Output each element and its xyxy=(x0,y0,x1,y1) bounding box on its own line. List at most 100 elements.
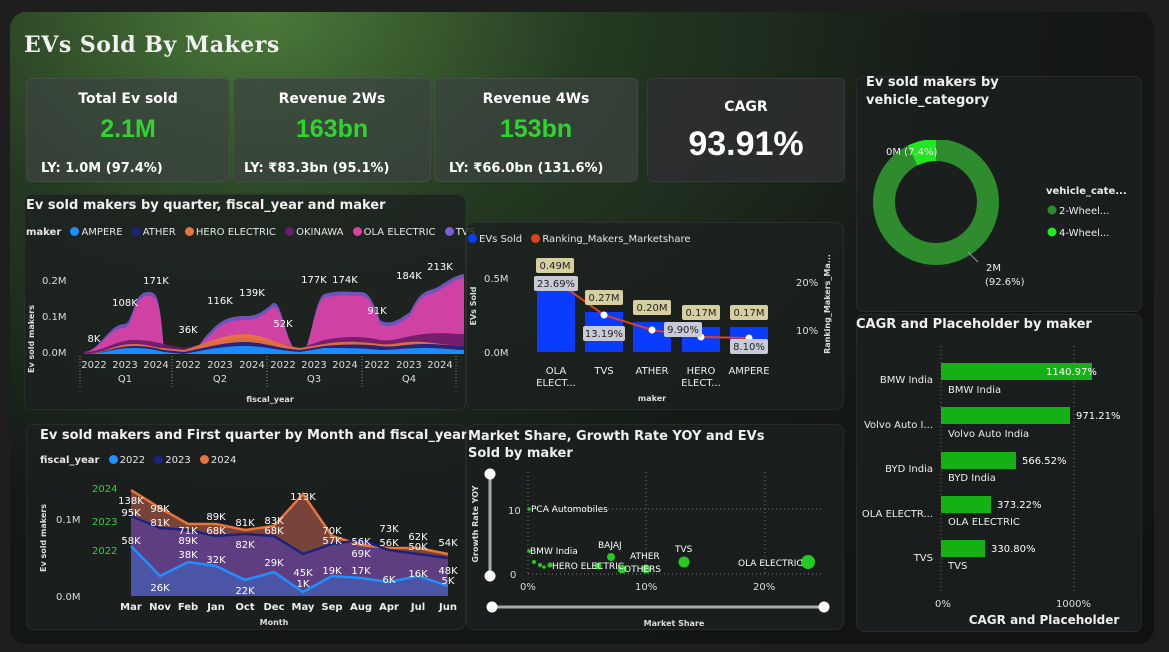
sub-label: Volvo Auto India xyxy=(948,429,1029,440)
line-value: 8.10% xyxy=(733,342,765,353)
x-axis-months: Mar Nov Feb Jan Oct Dec May Sep Aug Apr … xyxy=(120,602,457,613)
legend-item-2024[interactable]: 2024 xyxy=(194,455,236,466)
x-tick-maker: OLA ELECT... xyxy=(536,366,576,389)
kpi-total-ev-sold[interactable]: Total Ev sold 2.1M LY: 1.0M (97.4%) xyxy=(26,78,230,182)
value-label: 56K xyxy=(351,537,371,548)
x-tick-month: Jun xyxy=(438,602,457,613)
value-label: 81K xyxy=(235,518,255,529)
total-label: 171K xyxy=(143,276,169,287)
value-label: 22K xyxy=(235,586,255,597)
month-chart-legend: fiscal_year 2022 2023 2024 xyxy=(40,455,236,466)
value-label: 58K xyxy=(121,536,141,547)
legend-dot-icon xyxy=(531,234,541,243)
category-label: TVS xyxy=(913,553,933,564)
makers-combo-chart[interactable]: EVs Sold Ranking_Makers_Ma... 0.5M 0.0M … xyxy=(466,248,844,410)
legend-text[interactable]: 2-Wheel... xyxy=(1059,206,1109,217)
x-tick-month: Aug xyxy=(350,602,372,613)
bar-volvo-auto-india[interactable] xyxy=(941,407,1070,424)
x-axis-label: CAGR and Placeholder xyxy=(969,613,1120,627)
legend-item-ather[interactable]: ATHER xyxy=(126,227,176,238)
point-small-1[interactable] xyxy=(532,560,536,564)
donut-slice-2-wheelers[interactable] xyxy=(873,140,999,265)
scatter-chart[interactable]: Growth Rate YOY 10 0 PCA Automobiles BMW… xyxy=(466,462,844,630)
legend-item-2023[interactable]: 2023 xyxy=(148,455,191,466)
category-labels: BMW India Volvo Auto I... BYD India OLA … xyxy=(862,375,933,564)
quarter-chart-plot[interactable]: Ev sold makers 0.2M 0.1M 0.0M 8K 108K 17… xyxy=(24,244,466,410)
value-label: 54K xyxy=(438,538,458,549)
legend-text: HERO ELECTRIC xyxy=(195,227,276,238)
legend-text[interactable]: 4-Wheel... xyxy=(1059,228,1109,239)
year-mark: 2024 xyxy=(92,484,117,495)
x-tick-month: May xyxy=(292,602,315,613)
legend-dot-icon xyxy=(468,234,477,243)
legend-item-ampere[interactable]: AMPERE xyxy=(64,227,123,238)
y-tick: 0.1M xyxy=(42,312,67,323)
point-small-2[interactable] xyxy=(538,563,542,567)
bar-value: 0.17M xyxy=(686,308,717,319)
point-bajaj[interactable] xyxy=(607,553,615,561)
x-axis-label: Market Share xyxy=(644,619,705,628)
total-label: 8K xyxy=(88,334,101,345)
y-axis-label: EVs Sold xyxy=(469,286,478,325)
donut-chart[interactable]: 0M (7.4%) 2M (92.6%) vehicle_cate... 2-W… xyxy=(856,140,1142,300)
y-slider-handle-top[interactable] xyxy=(484,468,496,480)
line-value: 23.69% xyxy=(537,279,575,290)
y-slider-handle-bottom[interactable] xyxy=(484,570,496,582)
legend-item-ranking[interactable]: Ranking_Makers_Marketshare xyxy=(525,234,691,245)
legend-text: OLA ELECTRIC xyxy=(363,227,436,238)
kpi-value: 163bn xyxy=(295,115,369,143)
donut-legend-title: vehicle_cate... xyxy=(1046,186,1127,197)
total-label: 36K xyxy=(178,325,198,336)
legend-dot-icon xyxy=(108,455,118,464)
x-slider-handle-right[interactable] xyxy=(818,601,830,613)
x-tick-month: Dec xyxy=(263,602,284,613)
value-label: 5K xyxy=(442,576,455,587)
legend-item-evs-sold[interactable]: EVs Sold xyxy=(466,234,522,245)
kpi-value: 2.1M xyxy=(100,115,156,143)
value-label: 95K xyxy=(121,508,141,519)
makers-chart-legend: EVs Sold Ranking_Makers_Marketshare xyxy=(466,234,691,245)
legend-item-hero-electric[interactable]: HERO ELECTRIC xyxy=(179,227,276,238)
cagr-bar-chart[interactable]: BMW India Volvo Auto I... BYD India OLA … xyxy=(856,336,1142,632)
x-tick-line: OLA xyxy=(546,366,567,377)
point-tvs[interactable] xyxy=(678,556,690,568)
category-label: BMW India xyxy=(880,375,933,386)
kpi-last-year: LY: ₹83.3bn (95.1%) xyxy=(244,161,390,176)
point-small-3[interactable] xyxy=(542,565,546,569)
kpi-cagr[interactable]: CAGR 93.91% xyxy=(647,78,845,182)
value-label: 566.52% xyxy=(1022,456,1067,467)
month-chart-plot[interactable]: Ev sold makers 0.1M 0.0M 2024 2023 2022 … xyxy=(26,470,466,630)
legend-item-2022[interactable]: 2022 xyxy=(103,455,145,466)
bar-value: 0.17M xyxy=(734,308,765,319)
legend-item-okinawa[interactable]: OKINAWA xyxy=(279,227,343,238)
x-tick: 0% xyxy=(935,599,951,610)
value-label: 82K xyxy=(235,540,255,551)
kpi-revenue-2ws[interactable]: Revenue 2Ws 163bn LY: ₹83.3bn (95.1%) xyxy=(233,78,431,182)
bar-byd-india[interactable] xyxy=(941,452,1016,469)
legend-text: Ranking_Makers_Marketshare xyxy=(542,234,691,245)
kpi-value: 153bn xyxy=(499,115,573,143)
x-tick-year: 2023 xyxy=(301,360,326,371)
point-label: OTHERS xyxy=(624,565,661,575)
legend-dot-icon xyxy=(184,227,194,236)
bar-tvs[interactable] xyxy=(941,540,985,557)
x-tick-year: 2022 xyxy=(175,360,200,371)
legend-item-ola-electric[interactable]: OLA ELECTRIC xyxy=(347,227,436,238)
legend-dot-icon xyxy=(199,455,209,464)
x-tick-year: 2023 xyxy=(396,360,421,371)
bar-ola-electric[interactable] xyxy=(941,496,991,513)
value-label: 971.21% xyxy=(1076,411,1121,422)
x-tick-maker: TVS xyxy=(593,366,613,377)
kpi-title: CAGR xyxy=(724,99,768,115)
total-label: 213K xyxy=(427,262,453,273)
point-ola-electric[interactable] xyxy=(801,555,815,569)
legend-label: fiscal_year xyxy=(40,455,100,466)
x-slider-handle-left[interactable] xyxy=(486,601,498,613)
kpi-last-year: LY: 1.0M (97.4%) xyxy=(41,161,163,176)
total-label: 177K xyxy=(301,275,327,286)
kpi-revenue-4ws[interactable]: Revenue 4Ws 153bn LY: ₹66.0bn (131.6%) xyxy=(434,78,638,182)
x-tick-line: ELECT... xyxy=(536,378,576,389)
legend-text: ATHER xyxy=(142,227,176,238)
category-label: OLA ELECTR... xyxy=(862,509,933,520)
value-label: 57K xyxy=(322,536,342,547)
